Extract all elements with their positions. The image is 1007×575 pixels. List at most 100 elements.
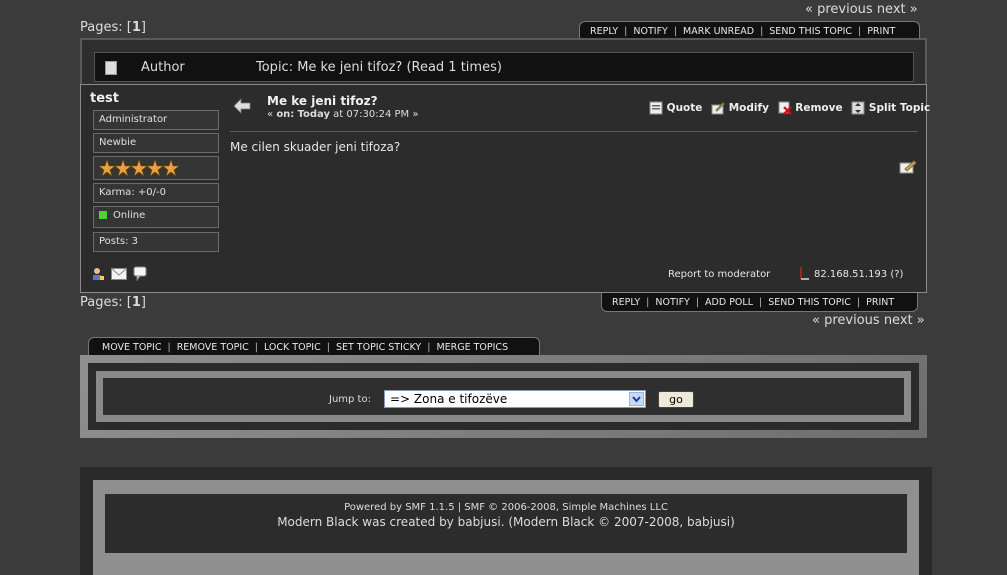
mark-unread-button[interactable]: MARK UNREAD (683, 26, 754, 37)
pages-bottom: Pages: [1] (80, 295, 146, 310)
footer-powered-by: Powered by SMF 1.1.5 | SMF © 2006-2008, … (344, 502, 668, 513)
jump-frame-content: Jump to: => Zona e tifozëve go (103, 378, 904, 415)
bottom-topic-buttons: REPLY | NOTIFY | ADD POLL | SEND THIS TOPIC… (601, 293, 918, 312)
post-xx-icon (233, 98, 251, 114)
add-poll-button[interactable]: ADD POLL (705, 297, 753, 308)
separator: | (254, 341, 258, 353)
date-on: on: (276, 109, 295, 120)
post-subject[interactable]: Me ke jeni tifoz? (267, 94, 378, 108)
separator: | (167, 341, 171, 353)
remove-icon (778, 101, 792, 115)
remove-label: Remove (795, 102, 843, 114)
rank-stars (93, 156, 219, 180)
lock-topic-button[interactable]: LOCK TOPIC (264, 342, 321, 353)
separator: | (856, 296, 861, 308)
jump-frame-inner-border: Jump to: => Zona e tifozëve go (96, 371, 911, 422)
jump-frame-mid: Jump to: => Zona e tifozëve go (88, 363, 919, 430)
report-to-moderator-link[interactable]: Report to moderator (668, 269, 770, 280)
reply-button[interactable]: REPLY (590, 26, 618, 37)
jump-frame: Jump to: => Zona e tifozëve go (80, 355, 927, 438)
topic-page-icon (105, 61, 117, 75)
print-button-bottom[interactable]: PRINT (866, 297, 894, 308)
notify-button[interactable]: NOTIFY (633, 26, 667, 37)
online-indicator-icon (99, 211, 107, 219)
page-current-bottom[interactable]: 1 (132, 295, 141, 310)
next-link-bottom[interactable]: next » (884, 313, 925, 328)
chevron-down-icon (629, 392, 644, 406)
split-icon (851, 101, 865, 115)
personal-message-icon[interactable] (133, 266, 147, 281)
date-open: « (267, 109, 274, 120)
go-button[interactable]: go (658, 391, 694, 408)
jump-label: Jump to: (329, 394, 371, 405)
quote-label: Quote (666, 102, 703, 114)
jump-select[interactable]: => Zona e tifozëve (384, 390, 646, 408)
remove-topic-button[interactable]: REMOVE TOPIC (177, 342, 249, 353)
separator: | (646, 296, 650, 308)
separator: | (624, 25, 628, 37)
pages-label-bottom: Pages: (80, 295, 123, 310)
modify-icon (711, 102, 725, 115)
page-current[interactable]: 1 (132, 20, 141, 35)
profile-icon[interactable] (91, 267, 105, 281)
remove-button[interactable]: Remove (778, 101, 847, 115)
next-link[interactable]: next » (877, 2, 918, 17)
footer-frame: Powered by SMF 1.1.5 | SMF © 2006-2008, … (80, 467, 932, 575)
email-icon[interactable] (111, 268, 127, 280)
poster-ip[interactable]: 82.168.51.193 (?) (814, 269, 903, 280)
topic-header-row: Author Topic: Me ke jeni tifoz? (Read 1 … (94, 52, 914, 82)
date-close: » (412, 109, 419, 120)
split-topic-button[interactable]: Split Topic (851, 101, 931, 115)
merge-topics-button[interactable]: MERGE TOPICS (436, 342, 508, 353)
post-body: Me cilen skuader jeni tifoza? (230, 140, 401, 154)
separator: | (673, 25, 678, 37)
send-topic-button-bottom[interactable]: SEND THIS TOPIC (768, 297, 851, 308)
separator: | (759, 296, 763, 308)
separator: | (695, 296, 700, 308)
post-actions: Quote Modify Remove Split Topic (649, 101, 930, 115)
print-button[interactable]: PRINT (867, 26, 895, 37)
post-date: « on: Today at 07:30:24 PM » (267, 109, 418, 120)
footer-frame-border: Powered by SMF 1.1.5 | SMF © 2006-2008, … (93, 480, 919, 575)
notify-button-bottom[interactable]: NOTIFY (655, 297, 689, 308)
separator: | (326, 341, 330, 353)
author-column-header: Author (141, 60, 185, 75)
send-topic-button[interactable]: SEND THIS TOPIC (769, 26, 852, 37)
post-container: test Administrator Newbie Karma: +0/-0 O… (80, 84, 930, 293)
bottom-prev-next: « previous next » (812, 313, 925, 328)
member-posts: Posts: 3 (93, 232, 219, 252)
modify-label: Modify (728, 102, 769, 114)
member-rank: Newbie (93, 133, 219, 153)
footer-content: Powered by SMF 1.1.5 | SMF © 2006-2008, … (105, 494, 907, 553)
member-status: Online (93, 206, 219, 228)
separator: | (427, 341, 431, 353)
moderation-buttons: MOVE TOPIC | REMOVE TOPIC | LOCK TOPIC | SE… (88, 337, 540, 356)
topic-title-header: Topic: Me ke jeni tifoz? (Read 1 times) (256, 60, 502, 75)
sticky-topic-button[interactable]: SET TOPIC STICKY (336, 342, 421, 353)
reply-button-bottom[interactable]: REPLY (612, 297, 640, 308)
quote-icon (649, 101, 663, 115)
previous-link-bottom[interactable]: « previous (812, 313, 880, 328)
post-divider (230, 131, 918, 132)
poster-name[interactable]: test (90, 91, 119, 106)
split-label: Split Topic (868, 102, 931, 114)
stars-icon (98, 159, 180, 177)
inline-modify-icon[interactable] (899, 159, 917, 175)
member-karma: Karma: +0/-0 (93, 183, 219, 203)
quote-button[interactable]: Quote (649, 101, 706, 115)
pages-top: Pages: [1] (80, 20, 146, 35)
pages-label: Pages: (80, 20, 123, 35)
jump-selected-value: => Zona e tifozëve (390, 392, 508, 406)
footer-theme-credit: Modern Black was created by babjusi. (Mo… (277, 515, 735, 529)
status-label: Online (113, 210, 146, 221)
separator: | (760, 25, 764, 37)
separator: | (858, 25, 862, 37)
ip-icon (800, 267, 809, 280)
previous-link[interactable]: « previous (805, 2, 873, 17)
top-prev-next: « previous next » (805, 2, 918, 17)
member-group: Administrator (93, 110, 219, 130)
move-topic-button[interactable]: MOVE TOPIC (102, 342, 161, 353)
topic-frame: Author Topic: Me ke jeni tifoz? (Read 1 … (80, 38, 927, 86)
modify-button[interactable]: Modify (711, 102, 773, 115)
date-day: Today (297, 109, 330, 120)
